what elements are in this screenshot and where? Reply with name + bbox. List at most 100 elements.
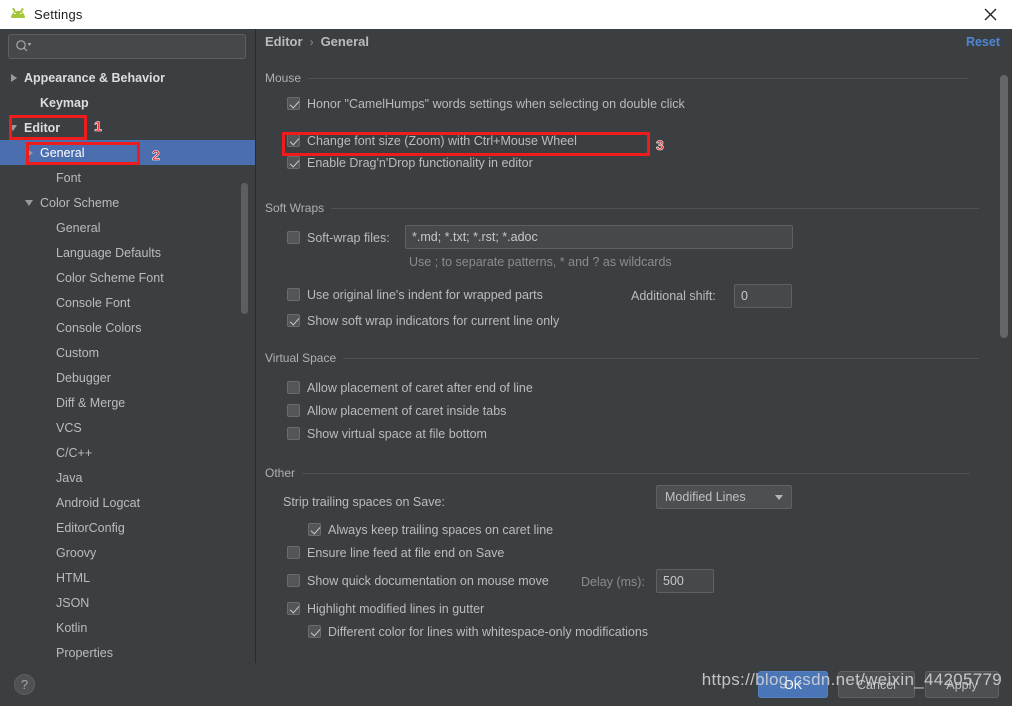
sidebar-item-keymap[interactable]: Keymap: [0, 90, 256, 115]
settings-content: Mouse Honor "CamelHumps" words settings …: [256, 61, 1012, 661]
settings-dialog: Appearance & Behavior Keymap Editor General…: [0, 29, 1012, 706]
option-use-original-indent[interactable]: Use original line's indent for wrapped p…: [287, 287, 543, 303]
option-change-font-size-zoom[interactable]: Change font size (Zoom) with Ctrl+Mouse …: [287, 133, 577, 149]
option-honor-camelhumps[interactable]: Honor "CamelHumps" words settings when s…: [287, 96, 685, 112]
sidebar-item-label: Custom: [56, 345, 100, 360]
option-always-keep-trailing[interactable]: Always keep trailing spaces on caret lin…: [308, 522, 553, 538]
checkbox-honor-camelhumps[interactable]: [287, 97, 300, 110]
sidebar-item-general[interactable]: General: [0, 215, 256, 240]
option-label: Allow placement of caret after end of li…: [307, 381, 533, 395]
chevron-down-icon[interactable]: [24, 197, 36, 209]
checkbox-caret-after-eol[interactable]: [287, 381, 300, 394]
sidebar-item-diff-merge[interactable]: Diff & Merge: [0, 390, 256, 415]
additional-shift-input[interactable]: [734, 284, 792, 308]
option-virtual-space-bottom[interactable]: Show virtual space at file bottom: [287, 426, 487, 442]
option-ensure-linefeed[interactable]: Ensure line feed at file end on Save: [287, 545, 504, 561]
breadcrumb-separator-icon: ›: [309, 34, 314, 49]
checkbox-soft-wrap-files[interactable]: [287, 231, 300, 244]
settings-tree[interactable]: Appearance & Behavior Keymap Editor General…: [0, 65, 256, 663]
option-enable-dragndrop[interactable]: Enable Drag'n'Drop functionality in edit…: [287, 155, 533, 171]
sidebar-item-debugger[interactable]: Debugger: [0, 365, 256, 390]
ok-button[interactable]: OK: [758, 671, 828, 698]
sidebar-item-vcs[interactable]: VCS: [0, 415, 256, 440]
option-show-soft-wrap-indicators[interactable]: Show soft wrap indicators for current li…: [287, 313, 559, 329]
sidebar-item-language-defaults[interactable]: Language Defaults: [0, 240, 256, 265]
breadcrumb-parent[interactable]: Editor: [265, 34, 303, 49]
search-input[interactable]: [8, 34, 246, 59]
cancel-button[interactable]: Cancel: [838, 671, 915, 698]
option-different-color-whitespace[interactable]: Different color for lines with whitespac…: [308, 624, 648, 640]
option-highlight-modified-lines[interactable]: Highlight modified lines in gutter: [287, 601, 484, 617]
sidebar-item-kotlin[interactable]: Kotlin: [0, 615, 256, 640]
sidebar-item-label: Console Font: [56, 295, 131, 310]
sidebar-item-c-c[interactable]: C/C++: [0, 440, 256, 465]
option-label: Enable Drag'n'Drop functionality in edit…: [307, 156, 533, 170]
content-scrollbar[interactable]: [1000, 75, 1008, 338]
sidebar-item-label: JSON: [56, 595, 90, 610]
sidebar-item-groovy[interactable]: Groovy: [0, 540, 256, 565]
chevron-right-icon[interactable]: [8, 72, 20, 84]
group-title-virtual-space: Virtual Space: [265, 351, 337, 365]
sidebar-item-console-font[interactable]: Console Font: [0, 290, 256, 315]
sidebar-item-console-colors[interactable]: Console Colors: [0, 315, 256, 340]
checkbox-enable-dragndrop[interactable]: [287, 156, 300, 169]
sidebar-item-android-logcat[interactable]: Android Logcat: [0, 490, 256, 515]
sidebar-item-java[interactable]: Java: [0, 465, 256, 490]
checkbox-use-original-indent[interactable]: [287, 288, 300, 301]
sidebar-item-font[interactable]: Font: [0, 165, 256, 190]
sidebar-item-appearance-behavior[interactable]: Appearance & Behavior: [0, 65, 256, 90]
checkbox-always-keep-trailing[interactable]: [308, 523, 321, 536]
group-header-virtual-space: Virtual Space: [265, 351, 980, 365]
sidebar-item-color-scheme[interactable]: Color Scheme: [0, 190, 256, 215]
sidebar-item-label: Kotlin: [56, 620, 88, 635]
sidebar-item-label: Language Defaults: [56, 245, 161, 260]
sidebar-item-label: Font: [56, 170, 82, 185]
checkbox-caret-inside-tabs[interactable]: [287, 404, 300, 417]
delay-input[interactable]: [656, 569, 714, 593]
checkbox-ensure-linefeed[interactable]: [287, 546, 300, 559]
sidebar-item-label: VCS: [56, 420, 82, 435]
apply-button[interactable]: Apply: [925, 671, 999, 698]
checkbox-change-font-size-zoom[interactable]: [287, 134, 300, 147]
sidebar-item-html[interactable]: HTML: [0, 565, 256, 590]
option-soft-wrap-files[interactable]: Soft-wrap files:: [287, 230, 390, 246]
checkbox-different-color-whitespace[interactable]: [308, 625, 321, 638]
sidebar-item-label: Diff & Merge: [56, 395, 126, 410]
sidebar-item-json[interactable]: JSON: [0, 590, 256, 615]
option-quick-documentation[interactable]: Show quick documentation on mouse move: [287, 573, 549, 589]
checkbox-virtual-space-bottom[interactable]: [287, 427, 300, 440]
sidebar-item-label: Keymap: [40, 95, 89, 110]
chevron-down-icon[interactable]: [8, 122, 20, 134]
checkbox-highlight-modified-lines[interactable]: [287, 602, 300, 615]
soft-wrap-files-input[interactable]: [405, 225, 793, 249]
chevron-right-icon[interactable]: [24, 147, 36, 159]
sidebar-item-general[interactable]: General: [0, 140, 256, 165]
group-rule: [343, 357, 980, 359]
help-icon[interactable]: ?: [14, 674, 35, 695]
close-icon[interactable]: [968, 0, 1012, 29]
option-caret-inside-tabs[interactable]: Allow placement of caret inside tabs: [287, 403, 506, 419]
sidebar-item-custom[interactable]: Custom: [0, 340, 256, 365]
sidebar-item-color-scheme-font[interactable]: Color Scheme Font: [0, 265, 256, 290]
option-caret-after-eol[interactable]: Allow placement of caret after end of li…: [287, 380, 533, 396]
reset-link[interactable]: Reset: [966, 35, 1000, 49]
sidebar-item-label: Console Colors: [56, 320, 142, 335]
checkbox-quick-documentation[interactable]: [287, 574, 300, 587]
settings-sidebar: Appearance & Behavior Keymap Editor General…: [0, 29, 256, 663]
checkbox-show-soft-wrap-indicators[interactable]: [287, 314, 300, 327]
group-title-mouse: Mouse: [265, 71, 302, 85]
sidebar-item-editorconfig[interactable]: EditorConfig: [0, 515, 256, 540]
sidebar-item-label: Groovy: [56, 545, 97, 560]
sidebar-item-editor[interactable]: Editor: [0, 115, 256, 140]
sidebar-item-properties[interactable]: Properties: [0, 640, 256, 663]
strip-trailing-dropdown[interactable]: Modified Lines: [656, 485, 792, 509]
sidebar-scrollbar[interactable]: [241, 183, 248, 314]
strip-trailing-label: Strip trailing spaces on Save:: [283, 495, 445, 509]
